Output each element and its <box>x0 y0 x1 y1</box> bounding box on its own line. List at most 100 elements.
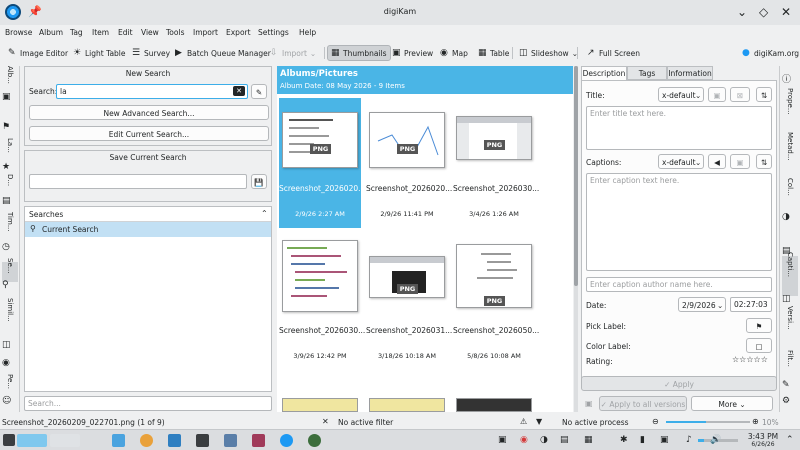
tag-icon[interactable]: ⚑ <box>2 122 18 132</box>
similarity-icon[interactable]: ◫ <box>2 340 18 350</box>
chrome-icon[interactable] <box>140 434 153 447</box>
apply-all-versions-button[interactable]: ✓ Apply to all versions <box>599 396 687 411</box>
tab-labels[interactable]: La... <box>2 138 18 162</box>
caption-language-select[interactable]: x-default ⌄ <box>658 154 704 169</box>
thumbnails-button[interactable]: ▦ Thumbnails <box>327 45 391 61</box>
microphone-icon[interactable]: ♪ <box>686 435 692 445</box>
terminal-icon[interactable] <box>196 434 209 447</box>
menu-settings[interactable]: Settings <box>258 28 289 37</box>
file-manager-icon[interactable] <box>112 434 125 447</box>
list-item[interactable]: ⚲ Current Search <box>25 222 271 237</box>
tab-versions[interactable]: Versi... <box>782 306 798 346</box>
preview-button[interactable]: ▣ Preview <box>389 45 436 61</box>
colors-icon[interactable]: ◑ <box>782 212 798 222</box>
tab-properties[interactable]: Prope... <box>782 88 798 132</box>
edit-current-search-button[interactable]: Edit Current Search... <box>29 126 269 141</box>
clipboard-icon[interactable]: ▤ <box>560 435 569 445</box>
tab-information[interactable]: Information <box>667 66 713 80</box>
tools-icon[interactable]: ✎ <box>782 380 798 390</box>
virtual-desktop-icon[interactable] <box>50 434 80 447</box>
thumbnail-item[interactable]: Screenshot_2026030... 3/9/26 12:42 PM <box>279 240 365 370</box>
settings-icon[interactable]: ⚙ <box>782 396 798 406</box>
search-icon[interactable]: ⚲ <box>2 280 18 290</box>
chevron-up-icon[interactable]: ⌃ <box>786 435 794 445</box>
thumbnail-partial[interactable] <box>456 398 532 412</box>
app-icon[interactable] <box>308 434 321 447</box>
clock-time[interactable]: 3:43 PM <box>744 432 782 441</box>
full-screen-button[interactable]: ↗ Full Screen <box>584 45 643 61</box>
author-input[interactable]: Enter caption author name here. <box>586 277 772 292</box>
screenshot-icon[interactable] <box>252 434 265 447</box>
chevron-up-icon[interactable]: ⌃ <box>261 209 268 218</box>
pick-label-select[interactable]: ⚑ <box>746 318 772 333</box>
tab-colors[interactable]: Col... <box>782 178 798 206</box>
apply-button[interactable]: ✓ Apply <box>581 376 777 391</box>
virtual-desktop-icon[interactable] <box>17 434 47 447</box>
rating-stars[interactable]: ☆☆☆☆☆ <box>732 355 768 364</box>
tab-similarity[interactable]: Simil... <box>2 298 18 336</box>
opera-icon[interactable]: ◉ <box>520 435 528 445</box>
star-icon[interactable]: ★ <box>2 162 18 172</box>
save-search-name-input[interactable] <box>29 174 247 189</box>
application-launcher-icon[interactable] <box>3 434 15 446</box>
tab-filters[interactable]: Filt... <box>782 350 798 378</box>
menu-tools[interactable]: Tools <box>166 28 184 37</box>
thumbnail-item[interactable]: PNG Screenshot_2026030... 3/4/26 1:26 AM <box>453 98 539 228</box>
tab-metadata[interactable]: Metad... <box>782 132 798 176</box>
thumbnail-item[interactable]: PNG Screenshot_2026020... 2/9/26 2:27 AM <box>279 98 365 228</box>
date-picker[interactable]: 2/9/2026 ⌄ <box>678 297 726 312</box>
new-advanced-search-button[interactable]: New Advanced Search... <box>29 105 269 120</box>
sort-caption-button[interactable]: ⇅ <box>756 154 772 169</box>
searches-filter-input[interactable]: Search... <box>24 396 272 411</box>
menu-item[interactable]: Item <box>92 28 109 37</box>
globe-icon[interactable]: ◉ <box>2 358 18 368</box>
bag-icon[interactable]: ▣ <box>498 435 507 445</box>
tab-albums[interactable]: Alb... <box>2 66 18 94</box>
clock-icon[interactable]: ◷ <box>2 242 18 252</box>
digikam-taskbar-icon[interactable] <box>280 434 293 447</box>
volume-icon[interactable]: 🔊 <box>710 435 721 445</box>
table-button[interactable]: ▦ Table <box>475 45 512 61</box>
light-table-button[interactable]: ☀ Light Table <box>70 45 129 61</box>
battery-icon[interactable]: ▮ <box>640 435 645 445</box>
filter-icon[interactable]: ✕ <box>322 417 329 426</box>
save-search-button[interactable]: 💾 <box>251 174 267 189</box>
search-options-button[interactable]: ✎ <box>251 84 267 99</box>
menu-view[interactable]: View <box>141 28 159 37</box>
palette-icon[interactable]: ◑ <box>540 435 548 445</box>
menu-help[interactable]: Help <box>299 28 316 37</box>
vscode-icon[interactable] <box>168 434 181 447</box>
tab-description[interactable]: Description <box>581 66 627 80</box>
menu-export[interactable]: Export <box>226 28 251 37</box>
image-editor-button[interactable]: ✎ Image Editor <box>5 45 71 61</box>
zoom-out-icon[interactable]: ⊖ <box>652 417 659 426</box>
monitor-icon[interactable] <box>224 434 237 447</box>
batch-queue-button[interactable]: ▶ Batch Queue Manager <box>172 45 274 61</box>
maximize-icon[interactable]: ◇ <box>759 5 768 19</box>
alert-icon[interactable]: ⚠ <box>520 417 527 426</box>
tab-dates[interactable]: D... <box>2 174 18 186</box>
thumbnail-partial[interactable] <box>369 398 445 412</box>
caption-textarea[interactable]: Enter caption text here. <box>586 173 772 271</box>
album-scrollbar[interactable] <box>574 66 578 412</box>
tab-tags[interactable]: Tags <box>627 66 667 80</box>
bluetooth-icon[interactable]: ✱ <box>620 435 628 445</box>
albums-icon[interactable]: ▣ <box>2 92 18 102</box>
import-button[interactable]: ⇩ Import ⌄ <box>267 45 319 61</box>
apply-tags-icon[interactable]: ▣ <box>585 399 593 408</box>
scrollbar-handle[interactable] <box>574 66 578 286</box>
thumbnail-item[interactable]: PNG Screenshot_2026020... 2/9/26 11:41 P… <box>366 98 452 228</box>
properties-icon[interactable]: ⓘ <box>782 72 798 85</box>
more-button[interactable]: More ⌄ <box>691 396 773 411</box>
website-link[interactable]: ● digiKam.org <box>739 45 800 61</box>
calendar-icon[interactable]: ▤ <box>2 196 18 206</box>
thumbnail-item[interactable]: PNG Screenshot_2026031... 3/18/26 10:18 … <box>366 240 452 370</box>
search-input[interactable]: la <box>56 84 248 99</box>
funnel-icon[interactable]: ▼ <box>536 417 542 426</box>
folder-icon[interactable]: ▦ <box>584 435 593 445</box>
title-textarea[interactable]: Enter title text here. <box>586 106 772 150</box>
tab-search[interactable]: Se... <box>2 258 18 282</box>
zoom-slider[interactable] <box>666 421 750 423</box>
caption-action-button[interactable]: ◀ <box>708 154 726 169</box>
menu-tag[interactable]: Tag <box>70 28 83 37</box>
